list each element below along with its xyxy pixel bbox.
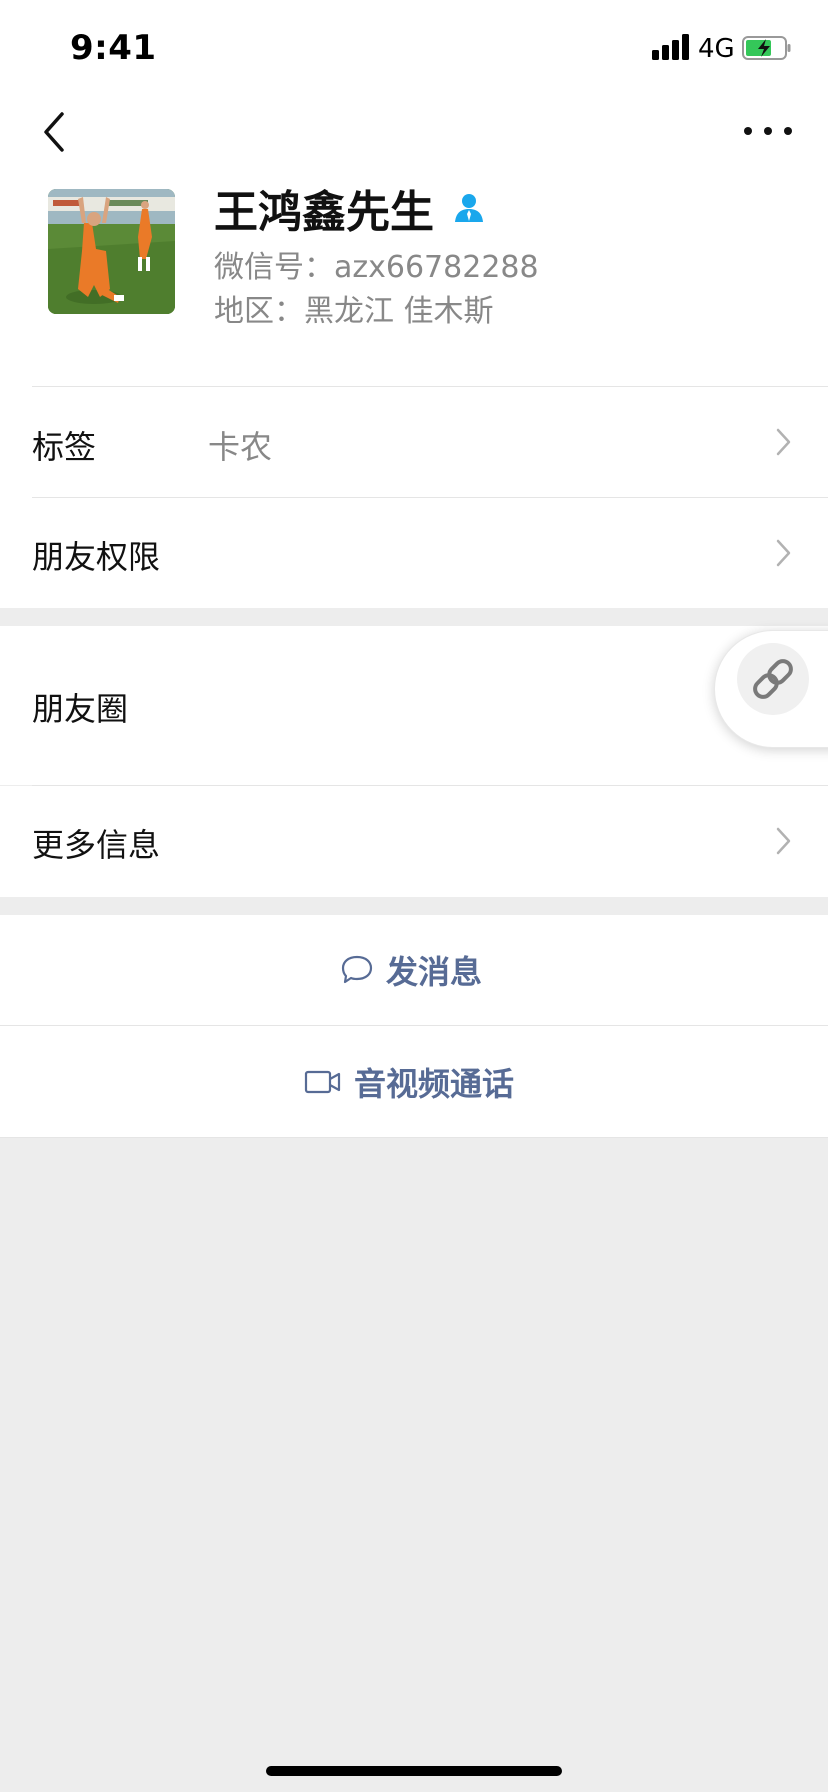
back-button[interactable] — [36, 108, 76, 156]
permissions-title: 朋友权限 — [32, 538, 161, 576]
chat-bubble-icon — [341, 955, 373, 984]
status-time: 9:41 — [70, 28, 157, 68]
moments-cell[interactable]: 朋友圈 — [0, 626, 828, 785]
divider — [0, 1137, 828, 1138]
more-button[interactable] — [740, 116, 796, 146]
region: 地区：黑龙江 佳木斯 — [214, 294, 494, 329]
send-message-button[interactable]: 发消息 — [0, 915, 828, 1025]
home-indicator[interactable] — [266, 1766, 562, 1776]
tag-cell[interactable]: 标签 卡农 — [0, 387, 828, 497]
chevron-right-icon — [776, 428, 791, 456]
battery-charging-icon — [742, 36, 791, 60]
network-type: 4G — [698, 34, 735, 64]
section-gap — [0, 608, 828, 626]
moments-title: 朋友圈 — [32, 690, 129, 728]
send-message-label: 发消息 — [386, 953, 483, 991]
link-icon-bg — [737, 643, 809, 715]
more-info-cell[interactable]: 更多信息 — [0, 786, 828, 897]
avatar[interactable] — [48, 189, 175, 314]
video-camera-icon — [304, 1070, 341, 1093]
permissions-cell[interactable]: 朋友权限 — [0, 498, 828, 608]
video-call-label: 音视频通话 — [354, 1064, 515, 1103]
tag-title: 标签 — [32, 428, 97, 466]
wechat-id: 微信号：azx66782288 — [214, 250, 539, 285]
more-info-title: 更多信息 — [32, 826, 161, 864]
profile-screen: 9:41 4G 王鸿鑫先生 微信号：azx66782288 地区：黑龙江 佳木斯… — [0, 0, 828, 1792]
chevron-right-icon — [776, 539, 791, 567]
signal-icon — [652, 34, 690, 60]
section-gap — [0, 897, 828, 915]
name-row: 王鸿鑫先生 — [214, 176, 486, 240]
video-call-button[interactable]: 音视频通话 — [0, 1026, 828, 1137]
contact-name: 王鸿鑫先生 — [214, 187, 434, 238]
person-icon — [455, 194, 483, 222]
chevron-right-icon — [776, 827, 791, 855]
status-bar: 9:41 4G — [0, 0, 828, 100]
tag-value: 卡农 — [208, 428, 273, 466]
floating-link-button[interactable] — [714, 630, 828, 748]
link-icon — [753, 659, 793, 699]
